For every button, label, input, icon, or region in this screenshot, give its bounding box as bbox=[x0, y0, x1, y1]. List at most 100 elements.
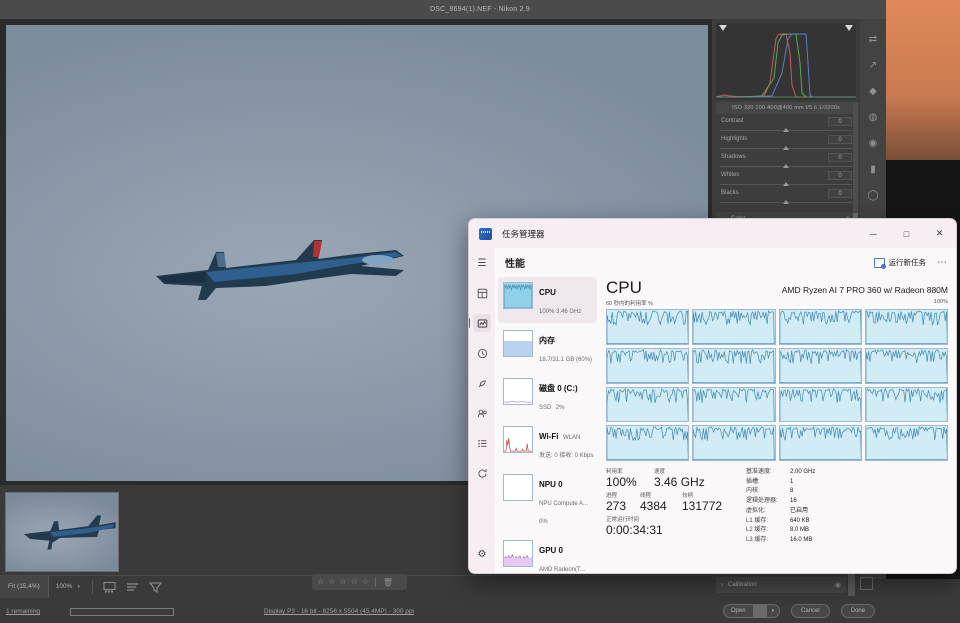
resource-item-gpu[interactable]: GPU 0 AMD Radeon(T... 33% (66 °C) bbox=[498, 535, 597, 574]
resource-item-cpu[interactable]: CPU 100% 3.46 GHz bbox=[498, 277, 597, 323]
star-icon-2[interactable]: ☆ bbox=[328, 578, 335, 586]
run-new-task-icon bbox=[874, 258, 885, 268]
header-actions: 运行新任务 ⋯ bbox=[874, 257, 949, 268]
slider-contrast[interactable]: Contrast 0 bbox=[716, 118, 856, 135]
minimize-button[interactable]: ─ bbox=[857, 219, 890, 248]
slider-blacks[interactable]: Blacks 0 bbox=[716, 190, 856, 207]
crop-frame-icon[interactable]: ▮ bbox=[867, 163, 880, 176]
align-icon[interactable] bbox=[125, 580, 140, 594]
stat-sockets: 插槽: 1 bbox=[746, 478, 815, 488]
resource-list: CPU 100% 3.46 GHz 内存 18.7/31.1 GB (60%) bbox=[495, 277, 600, 574]
sidebar-item-services[interactable] bbox=[473, 464, 491, 482]
star-icon-1[interactable]: ☆ bbox=[317, 578, 324, 586]
sidebar-item-details[interactable] bbox=[473, 434, 491, 452]
slider-knob[interactable] bbox=[783, 146, 789, 150]
tone-sliders: Contrast 0 Highlights 0 Shadows 0 Whites… bbox=[716, 118, 856, 207]
sidebar-item-startup-apps[interactable] bbox=[473, 374, 491, 392]
settings-gear-icon[interactable]: ⚙ bbox=[473, 545, 491, 563]
slider-knob[interactable] bbox=[783, 200, 789, 204]
done-button[interactable]: Done bbox=[841, 604, 875, 618]
run-new-task-button[interactable]: 运行新任务 bbox=[874, 257, 927, 268]
zoom-fit-button[interactable]: Fit (15.4%) bbox=[0, 576, 49, 598]
trash-icon[interactable]: 🗑 bbox=[383, 578, 393, 587]
calibration-scrollbar-thumb[interactable] bbox=[848, 572, 855, 596]
stat-value: 8.0 MB bbox=[790, 526, 809, 536]
resource-name: 内存 bbox=[539, 336, 555, 345]
task-manager-window[interactable]: 任务管理器 ─ □ ✕ ☰ bbox=[468, 218, 957, 574]
close-button[interactable]: ✕ bbox=[923, 219, 956, 248]
resource-item-wifi[interactable]: Wi-Fi WLAN 发送: 0 接收: 0 Kbps bbox=[498, 421, 597, 467]
stat-value: 8 bbox=[790, 487, 793, 497]
crop-icon[interactable] bbox=[102, 580, 117, 594]
filmstrip-thumbnail[interactable] bbox=[5, 492, 119, 572]
resource-label: CPU 100% 3.46 GHz bbox=[539, 282, 593, 318]
histogram[interactable] bbox=[716, 23, 856, 100]
logical-processor-graph bbox=[865, 425, 948, 461]
slider-value[interactable]: 0 bbox=[828, 171, 852, 180]
curve-icon[interactable]: ↗ bbox=[867, 59, 880, 72]
resource-item-disk[interactable]: 磁盘 0 (C:) SSD 2% bbox=[498, 373, 597, 419]
logical-processor-graph bbox=[779, 387, 862, 423]
circle-icon[interactable]: ◯ bbox=[867, 189, 880, 202]
resource-sub2: 0% bbox=[539, 519, 548, 525]
stat-processes: 进程 273 bbox=[606, 492, 640, 514]
eye-icon[interactable]: ◉ bbox=[835, 581, 841, 589]
editor-preview-strip bbox=[886, 0, 960, 160]
maximize-button[interactable]: □ bbox=[890, 219, 923, 248]
sidebar-item-app-history[interactable] bbox=[473, 344, 491, 362]
slider-value[interactable]: 0 bbox=[828, 189, 852, 198]
grid-icon[interactable] bbox=[860, 577, 873, 590]
eye-icon[interactable]: ◉ bbox=[867, 137, 880, 150]
slider-highlights[interactable]: Highlights 0 bbox=[716, 136, 856, 153]
adjust-icon[interactable]: ⇄ bbox=[867, 33, 880, 46]
sidebar-item-performance[interactable] bbox=[473, 314, 491, 332]
hamburger-icon[interactable]: ☰ bbox=[473, 254, 491, 272]
zoom-level-selector[interactable]: 100% ▾ bbox=[49, 583, 87, 590]
star-icon-4[interactable]: ☆ bbox=[351, 578, 358, 586]
filter-icon[interactable] bbox=[148, 580, 163, 594]
stat-virtualization: 虚拟化: 已启用 bbox=[746, 507, 815, 517]
logical-processor-graph bbox=[779, 425, 862, 461]
histogram-curves bbox=[716, 23, 856, 100]
more-options-icon[interactable]: ⋯ bbox=[937, 257, 948, 268]
star-icon-3[interactable]: ☆ bbox=[339, 578, 346, 586]
rating-bar[interactable]: ☆ ☆ ☆ ☆ ☆ 🗑 bbox=[312, 574, 407, 590]
heal-icon[interactable]: ◆ bbox=[867, 85, 880, 98]
cancel-button[interactable]: Cancel bbox=[791, 604, 830, 618]
slider-shadows[interactable]: Shadows 0 bbox=[716, 154, 856, 171]
resource-item-memory[interactable]: 内存 18.7/31.1 GB (60%) bbox=[498, 325, 597, 371]
resource-name: 磁盘 0 (C:) bbox=[539, 384, 578, 393]
axis-label-right: 100% bbox=[934, 299, 948, 307]
stat-key: 逻辑处理器: bbox=[746, 497, 790, 507]
resource-sub2: 2% bbox=[556, 405, 565, 411]
logical-processor-graph bbox=[606, 309, 689, 345]
task-manager-titlebar[interactable]: 任务管理器 ─ □ ✕ bbox=[469, 219, 956, 248]
star-icon-5[interactable]: ☆ bbox=[362, 578, 369, 586]
zoom-icon[interactable]: ◍ bbox=[867, 111, 880, 124]
slider-whites[interactable]: Whites 0 bbox=[716, 172, 856, 189]
logical-processor-graph bbox=[692, 387, 775, 423]
logical-processor-graphs[interactable] bbox=[606, 309, 948, 461]
logical-processor-graph bbox=[606, 387, 689, 423]
open-button[interactable]: Open ▾ bbox=[723, 604, 780, 618]
slider-value[interactable]: 0 bbox=[828, 117, 852, 126]
sidebar-item-users[interactable] bbox=[473, 404, 491, 422]
slider-knob[interactable] bbox=[783, 164, 789, 168]
task-manager-header: 性能 运行新任务 ⋯ bbox=[495, 248, 956, 277]
slider-value[interactable]: 0 bbox=[828, 153, 852, 162]
npu-mini-graph bbox=[503, 474, 533, 501]
slider-knob[interactable] bbox=[783, 182, 789, 186]
slider-knob[interactable] bbox=[783, 128, 789, 132]
page-title: 性能 bbox=[505, 255, 525, 270]
resource-sub1: 18.7/31.1 GB (60%) bbox=[539, 357, 592, 363]
stat-l1-cache: L1 缓存: 640 KB bbox=[746, 517, 815, 527]
section-calibration[interactable]: › Calibration ◉ bbox=[716, 577, 846, 593]
sidebar-item-processes[interactable] bbox=[473, 284, 491, 302]
stat-l3-cache: L3 缓存: 16.0 MB bbox=[746, 536, 815, 546]
stat-key: 虚拟化: bbox=[746, 507, 790, 517]
stat-utilization: 利用率 100% bbox=[606, 468, 654, 490]
chevron-right-icon: › bbox=[721, 582, 723, 588]
stat-value: 3.46 GHz bbox=[654, 476, 705, 490]
resource-item-npu[interactable]: NPU 0 NPU Compute A... 0% bbox=[498, 469, 597, 533]
slider-value[interactable]: 0 bbox=[828, 135, 852, 144]
